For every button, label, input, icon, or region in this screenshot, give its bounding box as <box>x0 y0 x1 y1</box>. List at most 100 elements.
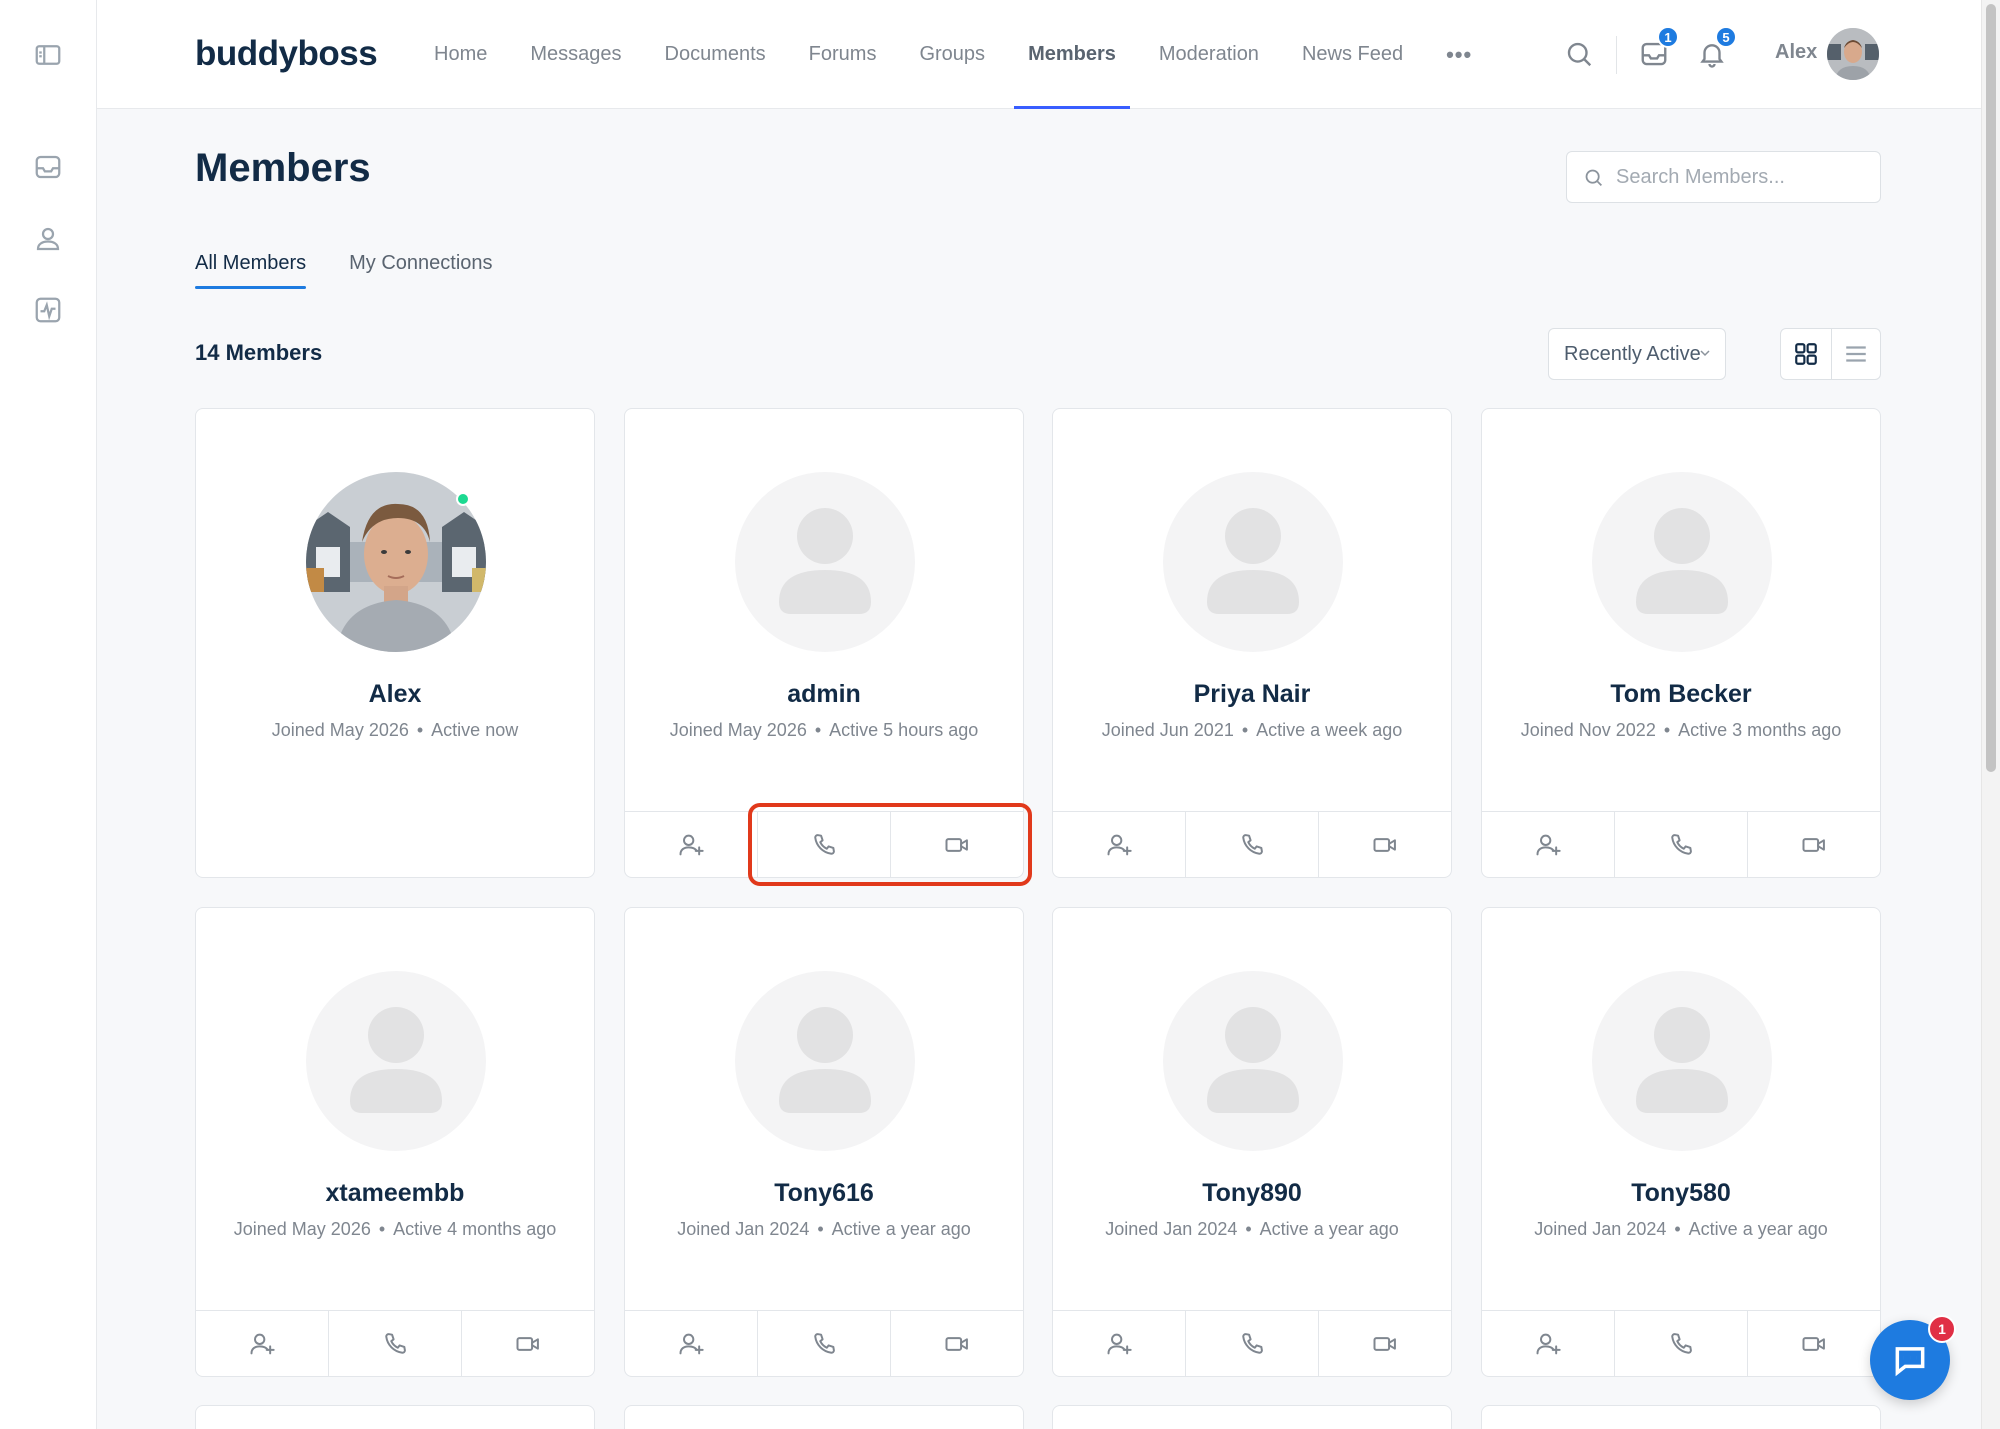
grid-view-button[interactable] <box>1781 329 1831 379</box>
inbox-icon[interactable] <box>31 150 65 184</box>
member-last-active: Active 4 months ago <box>393 1219 557 1239</box>
audio-call-button[interactable] <box>1185 812 1318 877</box>
add-connection-icon <box>1107 1333 1132 1354</box>
default-avatar-icon[interactable] <box>1163 472 1343 652</box>
search-members-input[interactable] <box>1616 165 1866 189</box>
member-meta: Joined Jan 2024 • Active a year ago <box>1083 1217 1421 1242</box>
member-name[interactable]: Priya Nair <box>1053 680 1451 709</box>
member-card: Tony890 Joined Jan 2024 • Active a year ago <box>1052 907 1452 1377</box>
member-card-partial <box>1481 1405 1881 1429</box>
user-icon[interactable] <box>31 222 65 256</box>
nav-documents[interactable]: Documents <box>665 0 766 109</box>
member-card: Priya Nair Joined Jun 2021 • Active a week … <box>1052 408 1452 878</box>
add-connection-icon <box>1536 834 1561 855</box>
member-meta: Joined Jan 2024 • Active a year ago <box>655 1217 993 1242</box>
site-logo[interactable]: buddyboss <box>195 34 378 74</box>
nav-news-feed[interactable]: News Feed <box>1302 0 1403 109</box>
chat-button[interactable]: 1 <box>1870 1315 1956 1400</box>
messages-badge: 1 <box>1657 26 1679 48</box>
audio-call-button[interactable] <box>1614 1311 1747 1376</box>
page-title: Members <box>195 146 371 190</box>
nav-forums[interactable]: Forums <box>809 0 877 109</box>
member-last-active: Active 5 hours ago <box>829 720 979 740</box>
member-tabs: All Members My Connections <box>195 252 536 289</box>
search-members-field[interactable] <box>1566 151 1881 203</box>
connect-button[interactable] <box>1053 1311 1185 1376</box>
online-status-dot <box>456 492 470 506</box>
search-icon <box>1585 169 1602 186</box>
tab-all-members[interactable]: All Members <box>195 252 307 289</box>
member-name[interactable]: Tony616 <box>625 1179 1023 1208</box>
video-icon <box>1802 837 1825 852</box>
video-call-button[interactable] <box>890 1311 1023 1376</box>
member-last-active: Active 3 months ago <box>1678 720 1842 740</box>
default-avatar-icon[interactable] <box>735 472 915 652</box>
chevron-down-icon <box>1700 350 1710 357</box>
member-name[interactable]: Tony890 <box>1053 1179 1451 1208</box>
default-avatar-icon[interactable] <box>306 971 486 1151</box>
user-avatar[interactable] <box>1827 28 1879 80</box>
connect-button[interactable] <box>625 812 757 877</box>
member-name[interactable]: Alex <box>196 680 594 709</box>
meta-separator: • <box>416 720 424 740</box>
default-avatar-icon[interactable] <box>1163 971 1343 1151</box>
video-call-button[interactable] <box>1318 1311 1451 1376</box>
scrollbar-thumb[interactable] <box>1986 4 1996 772</box>
scrollbar[interactable] <box>1981 0 2000 1429</box>
sort-dropdown[interactable]: Recently Active <box>1548 328 1726 380</box>
audio-call-button[interactable] <box>757 1311 890 1376</box>
member-joined: Joined Jan 2024 <box>1105 1219 1238 1239</box>
notifications-badge: 5 <box>1715 26 1737 48</box>
video-call-button[interactable] <box>1747 812 1880 877</box>
list-icon <box>1846 346 1866 362</box>
add-connection-icon <box>250 1333 275 1354</box>
connect-button[interactable] <box>625 1311 757 1376</box>
connect-button[interactable] <box>1482 812 1614 877</box>
connect-button[interactable] <box>1053 812 1185 877</box>
connect-button[interactable] <box>196 1311 328 1376</box>
nav-moderation[interactable]: Moderation <box>1159 0 1259 109</box>
member-name[interactable]: Tom Becker <box>1482 680 1880 709</box>
sidebar-toggle-icon[interactable] <box>31 38 65 72</box>
member-joined: Joined May 2026 <box>233 1219 371 1239</box>
video-call-button[interactable] <box>461 1311 594 1376</box>
member-card-partial <box>624 1405 1024 1429</box>
member-meta: Joined May 2026 • Active 4 months ago <box>226 1217 564 1242</box>
audio-call-button[interactable] <box>328 1311 461 1376</box>
video-call-button[interactable] <box>1747 1311 1880 1376</box>
messages-icon[interactable]: 1 <box>1635 26 1679 73</box>
add-connection-icon <box>679 834 704 855</box>
list-view-button[interactable] <box>1830 329 1881 379</box>
default-avatar-icon[interactable] <box>735 971 915 1151</box>
bell-icon[interactable]: 5 <box>1693 26 1737 73</box>
nav-home[interactable]: Home <box>434 0 487 109</box>
nav-groups[interactable]: Groups <box>919 0 985 109</box>
member-card: Alex Joined May 2026 • Active now <box>195 408 595 878</box>
video-call-button[interactable] <box>1318 812 1451 877</box>
tab-my-connections[interactable]: My Connections <box>349 252 492 287</box>
video-call-button[interactable] <box>890 812 1023 877</box>
member-name[interactable]: admin <box>625 680 1023 709</box>
member-meta: Joined Nov 2022 • Active 3 months ago <box>1512 718 1850 743</box>
audio-call-button[interactable] <box>1614 812 1747 877</box>
default-avatar-icon[interactable] <box>1592 971 1772 1151</box>
nav-messages[interactable]: Messages <box>530 0 621 109</box>
member-name[interactable]: xtameembb <box>196 1179 594 1208</box>
user-name[interactable]: Alex <box>1775 41 1817 64</box>
member-meta: Joined Jan 2024 • Active a year ago <box>1512 1217 1850 1242</box>
activity-icon[interactable] <box>31 293 65 327</box>
video-icon <box>945 1336 968 1351</box>
phone-icon <box>1671 1332 1692 1354</box>
member-last-active: Active a year ago <box>831 1219 971 1239</box>
default-avatar-icon[interactable] <box>1592 472 1772 652</box>
member-card-partial <box>1052 1405 1452 1429</box>
audio-call-button[interactable] <box>757 812 890 877</box>
audio-call-button[interactable] <box>1185 1311 1318 1376</box>
member-name[interactable]: Tony580 <box>1482 1179 1880 1208</box>
nav-members[interactable]: Members <box>1014 0 1130 109</box>
member-last-active: Active a year ago <box>1259 1219 1399 1239</box>
more-menu-icon[interactable]: ••• <box>1446 0 1472 109</box>
member-actions <box>1482 811 1880 877</box>
connect-button[interactable] <box>1482 1311 1614 1376</box>
search-icon[interactable] <box>1560 35 1598 73</box>
